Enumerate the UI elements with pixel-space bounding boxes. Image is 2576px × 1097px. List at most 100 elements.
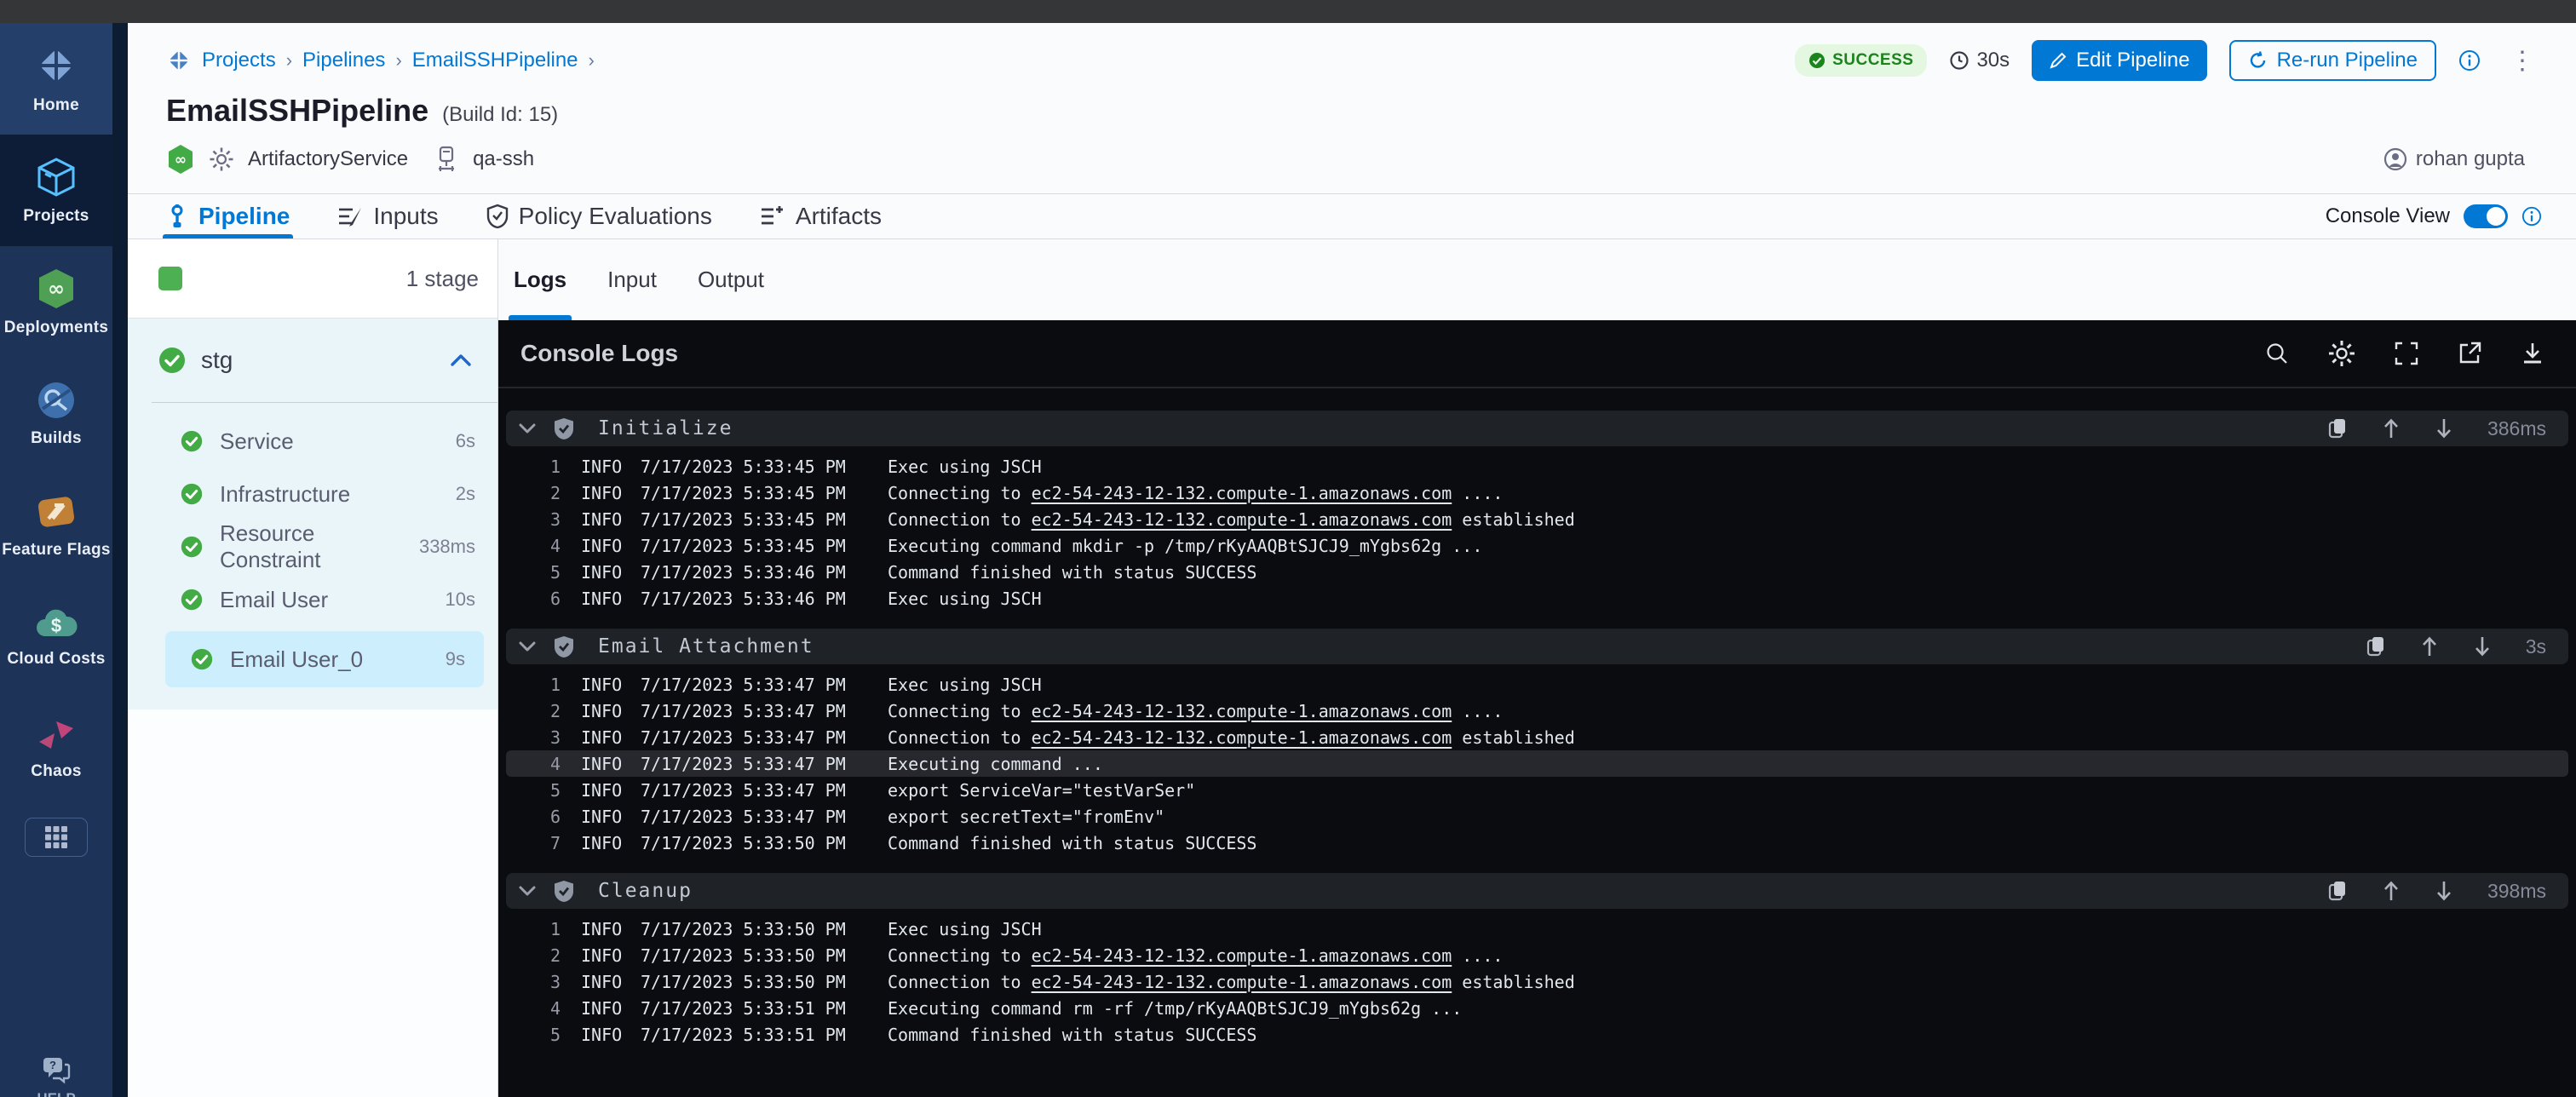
log-level: INFO xyxy=(581,1025,627,1045)
scroll-up-icon[interactable] xyxy=(2382,880,2401,902)
log-line-number: 1 xyxy=(530,457,561,477)
step-row-email-user-0[interactable]: Email User_09s xyxy=(165,631,484,687)
user-icon xyxy=(2383,147,2407,171)
log-line-number: 3 xyxy=(530,972,561,992)
log-section-header[interactable]: Email Attachment3s xyxy=(506,629,2568,664)
copy-icon[interactable] xyxy=(2327,417,2348,439)
scroll-up-icon[interactable] xyxy=(2420,635,2439,658)
log-timestamp: 7/17/2023 5:33:45 PM xyxy=(641,483,855,503)
log-section-header[interactable]: Cleanup 398ms xyxy=(506,873,2568,909)
log-section-header[interactable]: Initialize386ms xyxy=(506,411,2568,446)
log-message: Connection to ec2-54-243-12-132.compute-… xyxy=(888,972,1575,992)
stage-status-square xyxy=(158,267,182,290)
scroll-down-icon[interactable] xyxy=(2435,417,2453,439)
step-name: Email User xyxy=(220,587,328,613)
sidebar-item-builds[interactable]: Builds xyxy=(0,358,112,469)
rerun-pipeline-button[interactable]: Re-run Pipeline xyxy=(2229,40,2436,81)
download-icon[interactable] xyxy=(2520,341,2545,366)
step-success-icon xyxy=(191,648,213,670)
sidebar-item-chaos[interactable]: Chaos xyxy=(0,692,112,804)
chevron-down-icon[interactable] xyxy=(518,640,537,652)
tab-artifacts[interactable]: Artifacts xyxy=(760,194,882,238)
sidebar-item-deployments[interactable]: ∞Deployments xyxy=(0,246,112,358)
sidebar-item-help[interactable]: ? HELP xyxy=(0,1056,112,1097)
copy-icon[interactable] xyxy=(2366,635,2386,658)
tab-policy[interactable]: Policy Evaluations xyxy=(486,194,712,238)
breadcrumb-link[interactable]: EmailSSHPipeline xyxy=(412,49,578,72)
chevron-down-icon[interactable] xyxy=(518,422,537,434)
more-options-menu[interactable]: ⋮ xyxy=(2503,46,2542,76)
stage-row-stg[interactable]: stg xyxy=(128,319,497,402)
tab-inputs[interactable]: Inputs xyxy=(337,194,438,238)
scroll-up-icon[interactable] xyxy=(2382,417,2401,439)
edit-pipeline-button[interactable]: Edit Pipeline xyxy=(2032,40,2206,81)
info-icon[interactable] xyxy=(2458,49,2481,72)
log-timestamp: 7/17/2023 5:33:45 PM xyxy=(641,457,855,477)
log-section-name: Initialize xyxy=(598,417,733,439)
log-section-controls: 398ms xyxy=(2327,880,2546,903)
log-section-name: Cleanup xyxy=(598,880,693,902)
log-message: Connecting to ec2-54-243-12-132.compute-… xyxy=(888,945,1503,966)
fullscreen-icon[interactable] xyxy=(2394,341,2419,366)
step-duration: 10s xyxy=(446,589,475,611)
log-level: INFO xyxy=(581,483,627,503)
log-line: 3INFO7/17/2023 5:33:47 PMConnection to e… xyxy=(506,724,2568,750)
search-icon[interactable] xyxy=(2264,341,2290,366)
stage-count-label: 1 stage xyxy=(406,266,479,292)
pencil-icon xyxy=(2049,51,2067,70)
sidebar-item-feature-flags[interactable]: Feature Flags xyxy=(0,469,112,581)
service-gear-icon xyxy=(209,146,234,172)
sidebar-item-home[interactable]: Home xyxy=(0,23,112,135)
page-header: Projects›Pipelines›EmailSSHPipeline› SUC… xyxy=(128,23,2576,194)
console-tab-output[interactable]: Output xyxy=(698,239,764,320)
console-view-toggle[interactable] xyxy=(2464,204,2508,228)
step-success-icon xyxy=(181,430,203,452)
log-section-duration: 3s xyxy=(2526,635,2546,658)
scroll-down-icon[interactable] xyxy=(2435,880,2453,902)
sidebar-item-projects[interactable]: Projects xyxy=(0,135,112,246)
sidebar-item-label: Projects xyxy=(23,207,89,226)
step-success-icon xyxy=(181,483,203,505)
sidebar-item-label: Home xyxy=(33,96,79,115)
step-name: Infrastructure xyxy=(220,481,350,508)
step-name: Resource Constraint xyxy=(220,520,419,573)
host-link[interactable]: ec2-54-243-12-132.compute-1.amazonaws.co… xyxy=(1032,701,1452,721)
log-level: INFO xyxy=(581,727,627,748)
infrastructure-name[interactable]: qa-ssh xyxy=(473,147,534,171)
tab-pipeline[interactable]: Pipeline xyxy=(166,194,290,238)
breadcrumb-link[interactable]: Projects xyxy=(202,49,276,72)
log-level: INFO xyxy=(581,562,627,583)
step-duration: 338ms xyxy=(419,536,475,558)
module-selector-button[interactable] xyxy=(25,818,88,857)
host-link[interactable]: ec2-54-243-12-132.compute-1.amazonaws.co… xyxy=(1032,945,1452,966)
breadcrumb-link[interactable]: Pipelines xyxy=(302,49,385,72)
host-link[interactable]: ec2-54-243-12-132.compute-1.amazonaws.co… xyxy=(1032,972,1452,992)
step-row-email-user[interactable]: Email User 10s xyxy=(128,573,497,626)
stage-panel: 1 stage stg Service6sInfrastructure2sRes… xyxy=(128,239,498,1097)
chevron-up-icon[interactable] xyxy=(450,353,472,367)
scroll-down-icon[interactable] xyxy=(2473,635,2492,658)
log-line: 7INFO7/17/2023 5:33:50 PMCommand finishe… xyxy=(506,830,2568,856)
pipeline-tab-icon xyxy=(166,204,188,229)
host-link[interactable]: ec2-54-243-12-132.compute-1.amazonaws.co… xyxy=(1032,727,1452,748)
log-line-number: 5 xyxy=(530,562,561,583)
step-row-infrastructure[interactable]: Infrastructure2s xyxy=(128,468,497,520)
total-duration-label: 30s xyxy=(1976,49,2010,72)
chevron-down-icon[interactable] xyxy=(518,885,537,897)
step-row-service[interactable]: Service6s xyxy=(128,415,497,468)
sidebar-item-label: Builds xyxy=(31,429,82,448)
module-sidebar: Home Projects ∞Deployments Builds Feature Fl… xyxy=(0,23,112,1097)
host-link[interactable]: ec2-54-243-12-132.compute-1.amazonaws.co… xyxy=(1032,509,1452,530)
open-in-new-icon[interactable] xyxy=(2457,341,2482,366)
console-tab-logs[interactable]: Logs xyxy=(514,239,566,320)
log-settings-gear-icon[interactable] xyxy=(2327,339,2356,368)
service-name[interactable]: ArtifactoryService xyxy=(248,147,408,171)
log-line: 2INFO7/17/2023 5:33:50 PMConnecting to e… xyxy=(506,942,2568,968)
console-view-info-icon[interactable] xyxy=(2521,206,2542,227)
log-line-number: 6 xyxy=(530,807,561,827)
sidebar-item-cloud-costs[interactable]: $Cloud Costs xyxy=(0,581,112,692)
console-tab-input[interactable]: Input xyxy=(607,239,657,320)
copy-icon[interactable] xyxy=(2327,880,2348,902)
step-row-resource-constraint[interactable]: Resource Constraint338ms xyxy=(128,520,497,573)
host-link[interactable]: ec2-54-243-12-132.compute-1.amazonaws.co… xyxy=(1032,483,1452,503)
